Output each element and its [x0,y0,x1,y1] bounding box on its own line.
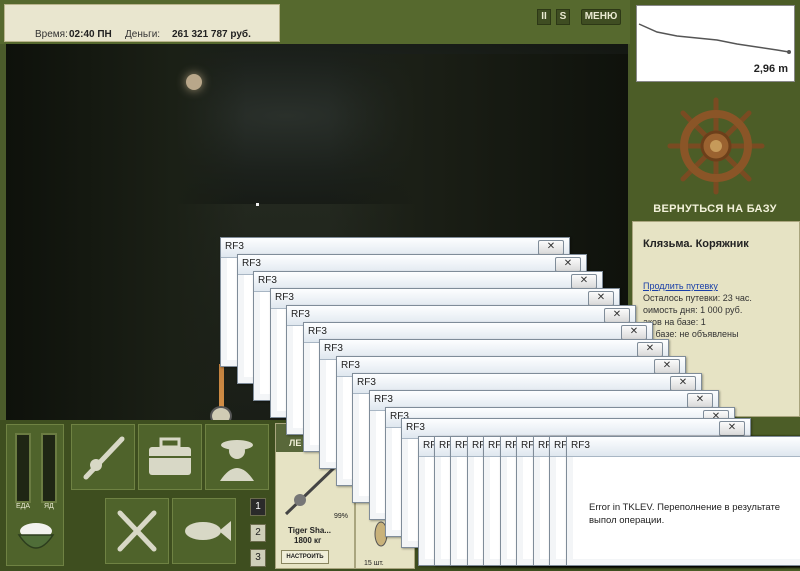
close-icon[interactable]: ✕ [571,274,597,289]
dialog-title: RF3 [406,422,425,433]
base-announcements: на базе: не объявлены [643,329,739,339]
dialog-title: RF3 [357,377,376,388]
top-bar: Время: 02:40 ПН Деньги: 261 321 787 руб.… [0,0,630,44]
left-forest [6,44,246,420]
fish-icon [185,521,231,541]
dialog-title: RF3 [374,394,393,405]
close-icon[interactable]: ✕ [670,376,696,391]
time-value: 02:40 ПН [69,29,112,40]
bait-count: 15 шт. [364,560,384,567]
error-dialog-active[interactable]: RF3✕ Error in TKLEV. Переполнение в резул… [566,436,800,566]
page-2-button[interactable]: 2 [250,524,266,542]
fishing-reel [210,406,232,420]
close-icon[interactable]: ✕ [637,342,663,357]
location-name: Клязьма. Коряжник [643,238,749,250]
dialog-title: RF3 [242,258,261,269]
pot-icon[interactable] [15,517,57,557]
menu-button[interactable]: МЕНЮ [581,9,621,25]
dialog-title: RF3 [308,326,327,337]
dialog-title: RF3 [225,241,244,252]
dialog-title: RF3 [275,292,294,303]
tackle-weight: 1800 кг [294,536,322,545]
float-marker [256,203,259,206]
close-icon[interactable]: ✕ [604,308,630,323]
s-button[interactable]: S [556,9,570,25]
dialog-body: Error in TKLEV. Переполнение в результат… [573,457,800,559]
food-button[interactable] [105,498,169,564]
fishing-rod-icon [83,436,125,480]
close-icon[interactable]: ✕ [719,421,745,436]
game-screen: Время: 02:40 ПН Деньги: 261 321 787 руб.… [0,0,800,571]
close-icon[interactable]: ✕ [588,291,614,306]
day-cost: оимость дня: 1 000 руб. [643,305,743,315]
tackle-box-icon [149,437,191,475]
poison-meter [41,433,57,503]
dialog-title: RF3 [291,309,310,320]
money-label: Деньги: [125,29,161,40]
fish-button[interactable] [172,498,236,564]
close-icon[interactable]: ✕ [538,240,564,255]
time-label: Время: [35,29,68,40]
page-1-button[interactable]: 1 [250,498,266,516]
close-icon[interactable]: ✕ [654,359,680,374]
vitals-panel: ЕДА ЯД [6,424,64,566]
error-message: Error in TKLEV. Переполнение в результат… [589,502,780,526]
moon [186,74,202,90]
page-3-button[interactable]: 3 [250,549,266,567]
pause-button[interactable]: II [537,9,551,25]
dialog-titlebar[interactable]: RF3✕ [567,437,800,457]
depth-value: 2,96 m [753,63,788,75]
food-label: ЕДА [16,503,31,510]
rod-tool-button[interactable] [71,424,135,490]
poison-label: ЯД [44,503,54,510]
food-meter [15,433,31,503]
dialog-title: RF3 [571,440,590,451]
depth-graph: 2,96 m [636,5,795,82]
tackle-name: Tiger Sha... [288,526,331,535]
return-to-base-button[interactable]: ВЕРНУТЬСЯ НА БАЗУ [640,203,790,215]
fisherman-icon [220,440,254,481]
extend-permit-link[interactable]: Продлить путевку [643,281,718,291]
money-value: 261 321 787 руб. [172,29,251,40]
ship-wheel-icon[interactable] [666,96,766,196]
dialog-title: RF3 [341,360,360,371]
close-icon[interactable]: ✕ [687,393,713,408]
close-icon[interactable]: ✕ [555,257,581,272]
tackle-box-button[interactable] [138,424,202,490]
tackle-condition: 99% [334,513,349,520]
permit-remaining: Осталось путевки: 23 час. [643,293,752,303]
dialog-title: RF3 [324,343,343,354]
close-icon[interactable]: ✕ [621,325,647,340]
dialog-title: RF3 [258,275,277,286]
setup-button[interactable]: НАСТРОИТЬ [281,550,329,564]
status-panel: Время: 02:40 ПН Деньги: 261 321 787 руб. [4,4,280,42]
fork-knife-icon [117,510,157,552]
fisherman-button[interactable] [205,424,269,490]
